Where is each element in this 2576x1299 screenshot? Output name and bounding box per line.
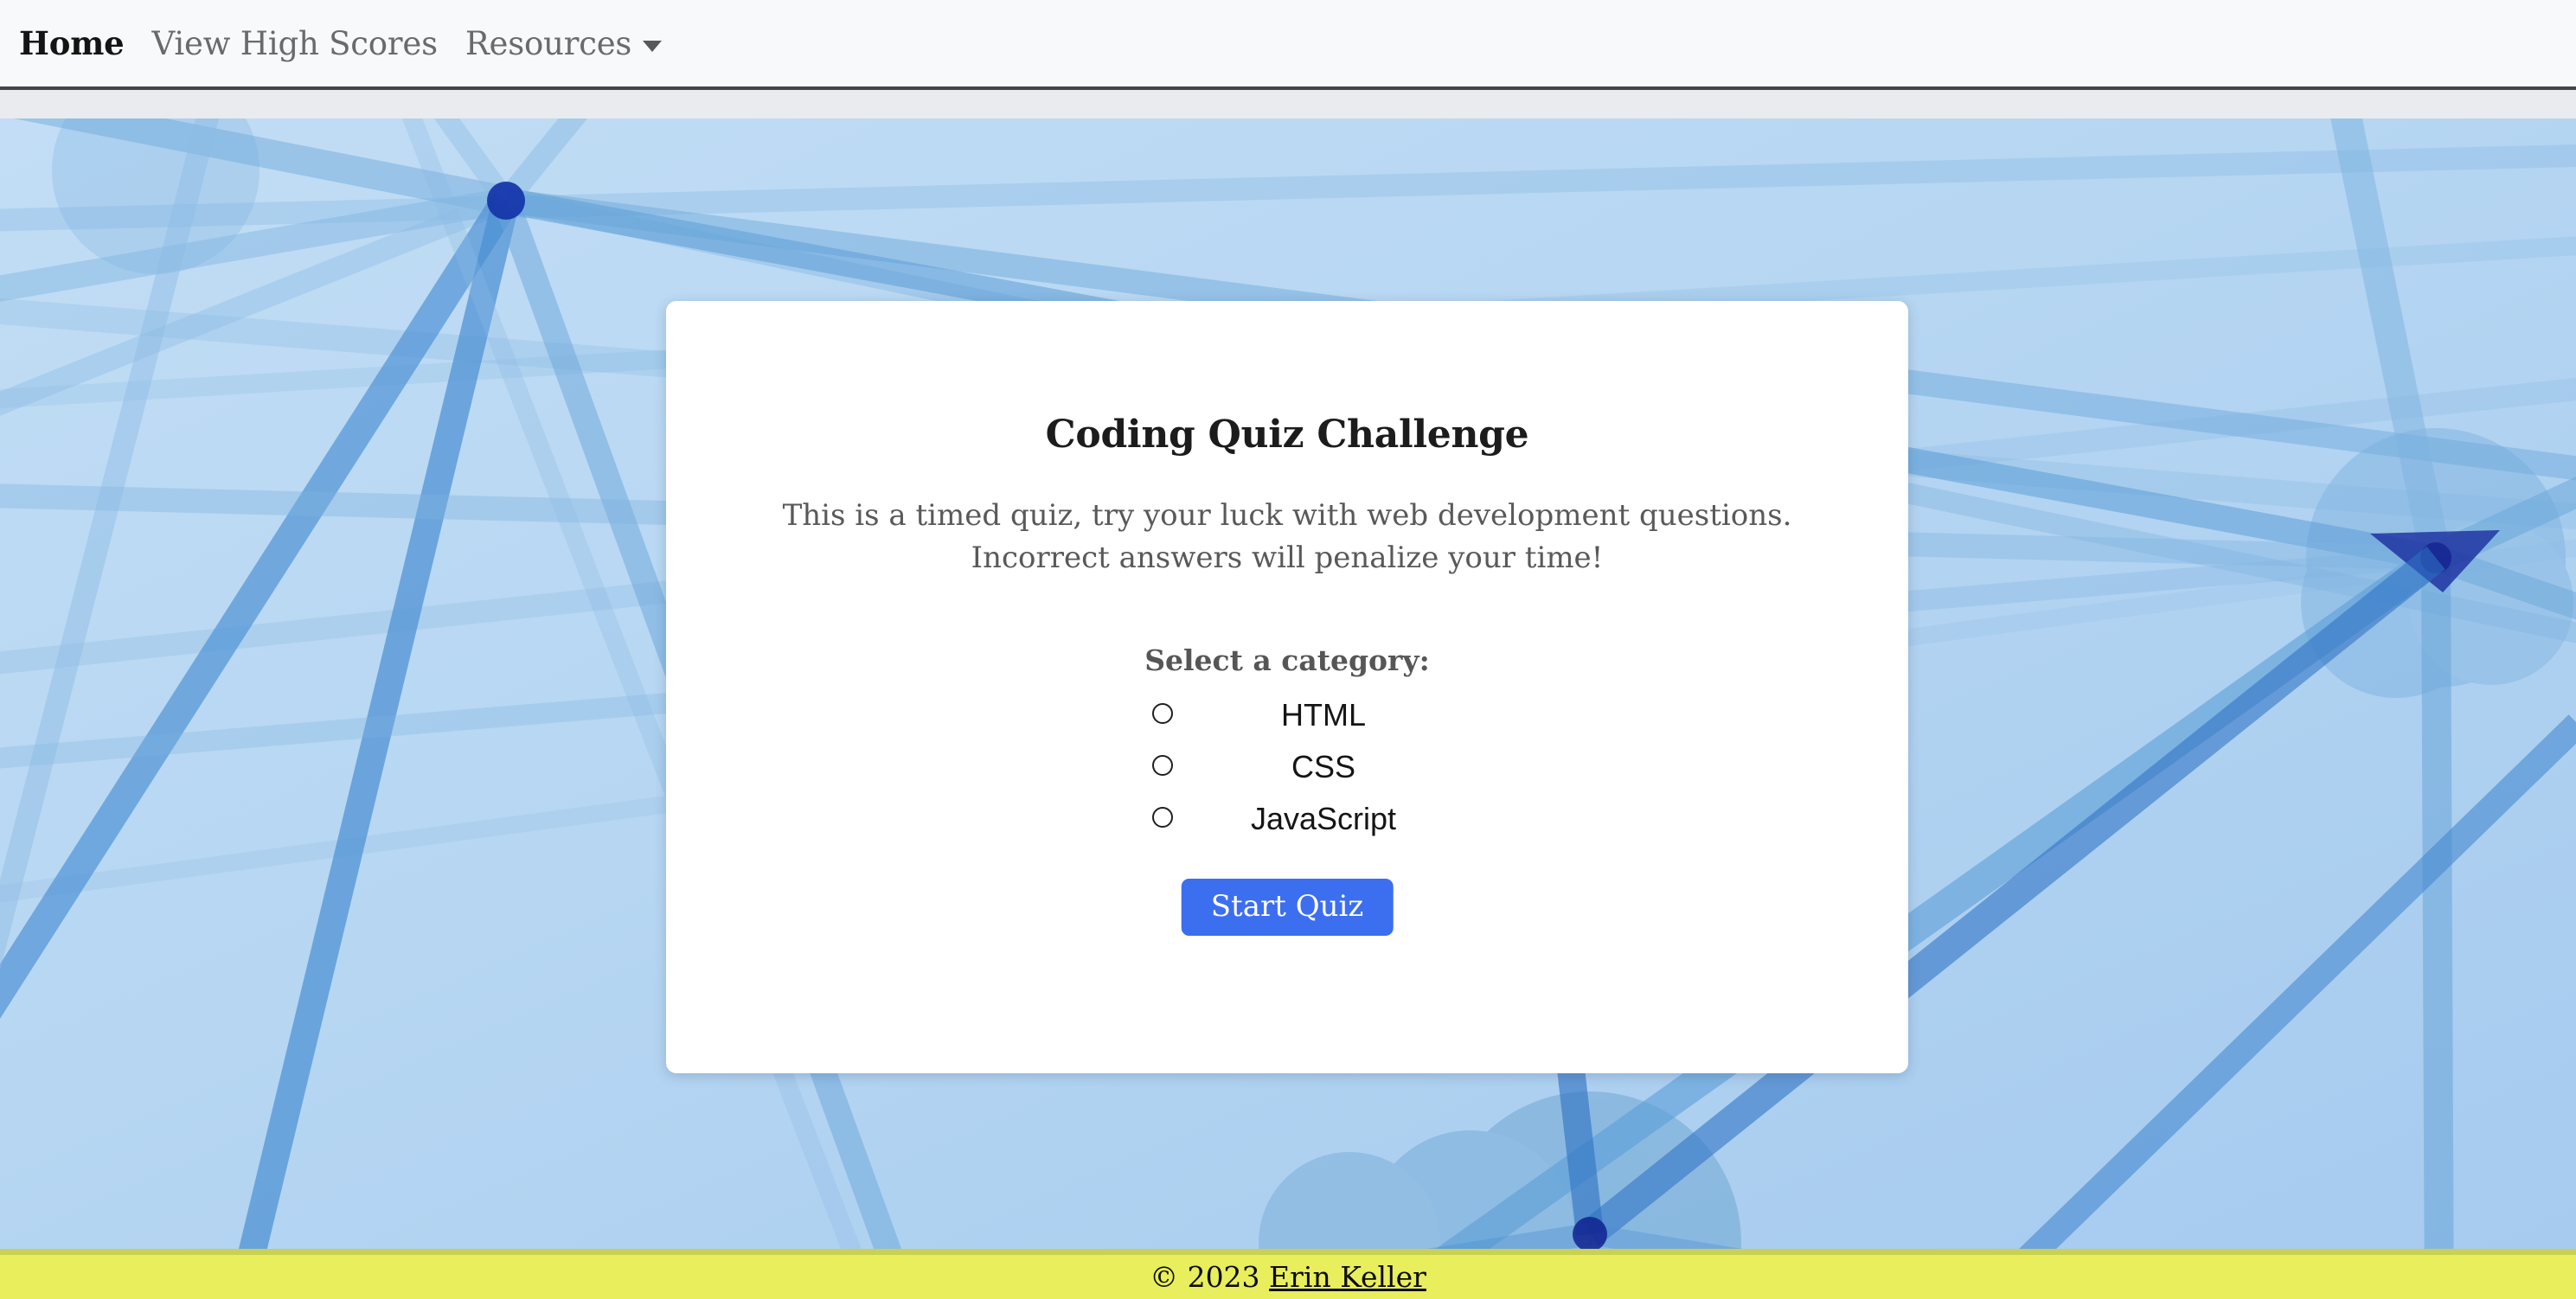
radio-javascript-label: JavaScript — [1250, 801, 1397, 836]
category-option-css[interactable]: CSS — [1047, 744, 1600, 796]
main-navbar: Home View High Scores Resources — [0, 0, 2576, 90]
quiz-description-line-2: Incorrect answers will penalize your tim… — [971, 541, 1604, 575]
page-footer: © 2023 Erin Keller — [0, 1249, 2576, 1299]
page-root: Home View High Scores Resources Coding Q… — [0, 0, 2576, 1299]
category-select-label: Select a category: — [1144, 643, 1430, 677]
nav-dropdown-resources[interactable]: Resources — [465, 24, 663, 62]
chevron-down-icon — [643, 40, 663, 52]
quiz-description: This is a timed quiz, try your luck with… — [666, 495, 1908, 579]
quiz-start-card: Coding Quiz Challenge This is a timed qu… — [666, 301, 1908, 1073]
quiz-description-line-1: This is a timed quiz, try your luck with… — [782, 498, 1792, 533]
nav-link-home-label: Home — [19, 24, 125, 62]
category-option-html[interactable]: HTML — [1047, 692, 1600, 744]
footer-copyright-text: © 2023 — [1150, 1260, 1270, 1294]
page-title: Coding Quiz Challenge — [1045, 413, 1529, 458]
radio-css-label: CSS — [1291, 749, 1356, 784]
nav-link-view-high-scores-label: View High Scores — [151, 24, 439, 62]
start-quiz-button[interactable]: Start Quiz — [1181, 879, 1394, 936]
nav-link-home[interactable]: Home — [19, 24, 125, 62]
radio-html-label: HTML — [1281, 697, 1366, 733]
network-node-top-left — [487, 182, 525, 220]
category-radio-group: HTML CSS JavaScript — [1047, 692, 1600, 848]
footer-author-link[interactable]: Erin Keller — [1269, 1260, 1426, 1294]
nav-dropdown-resources-label: Resources — [465, 24, 632, 62]
footer-copyright: © 2023 Erin Keller — [1150, 1260, 1426, 1294]
nav-link-view-high-scores[interactable]: View High Scores — [151, 24, 439, 62]
navbar-underband — [0, 90, 2576, 118]
category-option-javascript[interactable]: JavaScript — [1047, 796, 1600, 848]
